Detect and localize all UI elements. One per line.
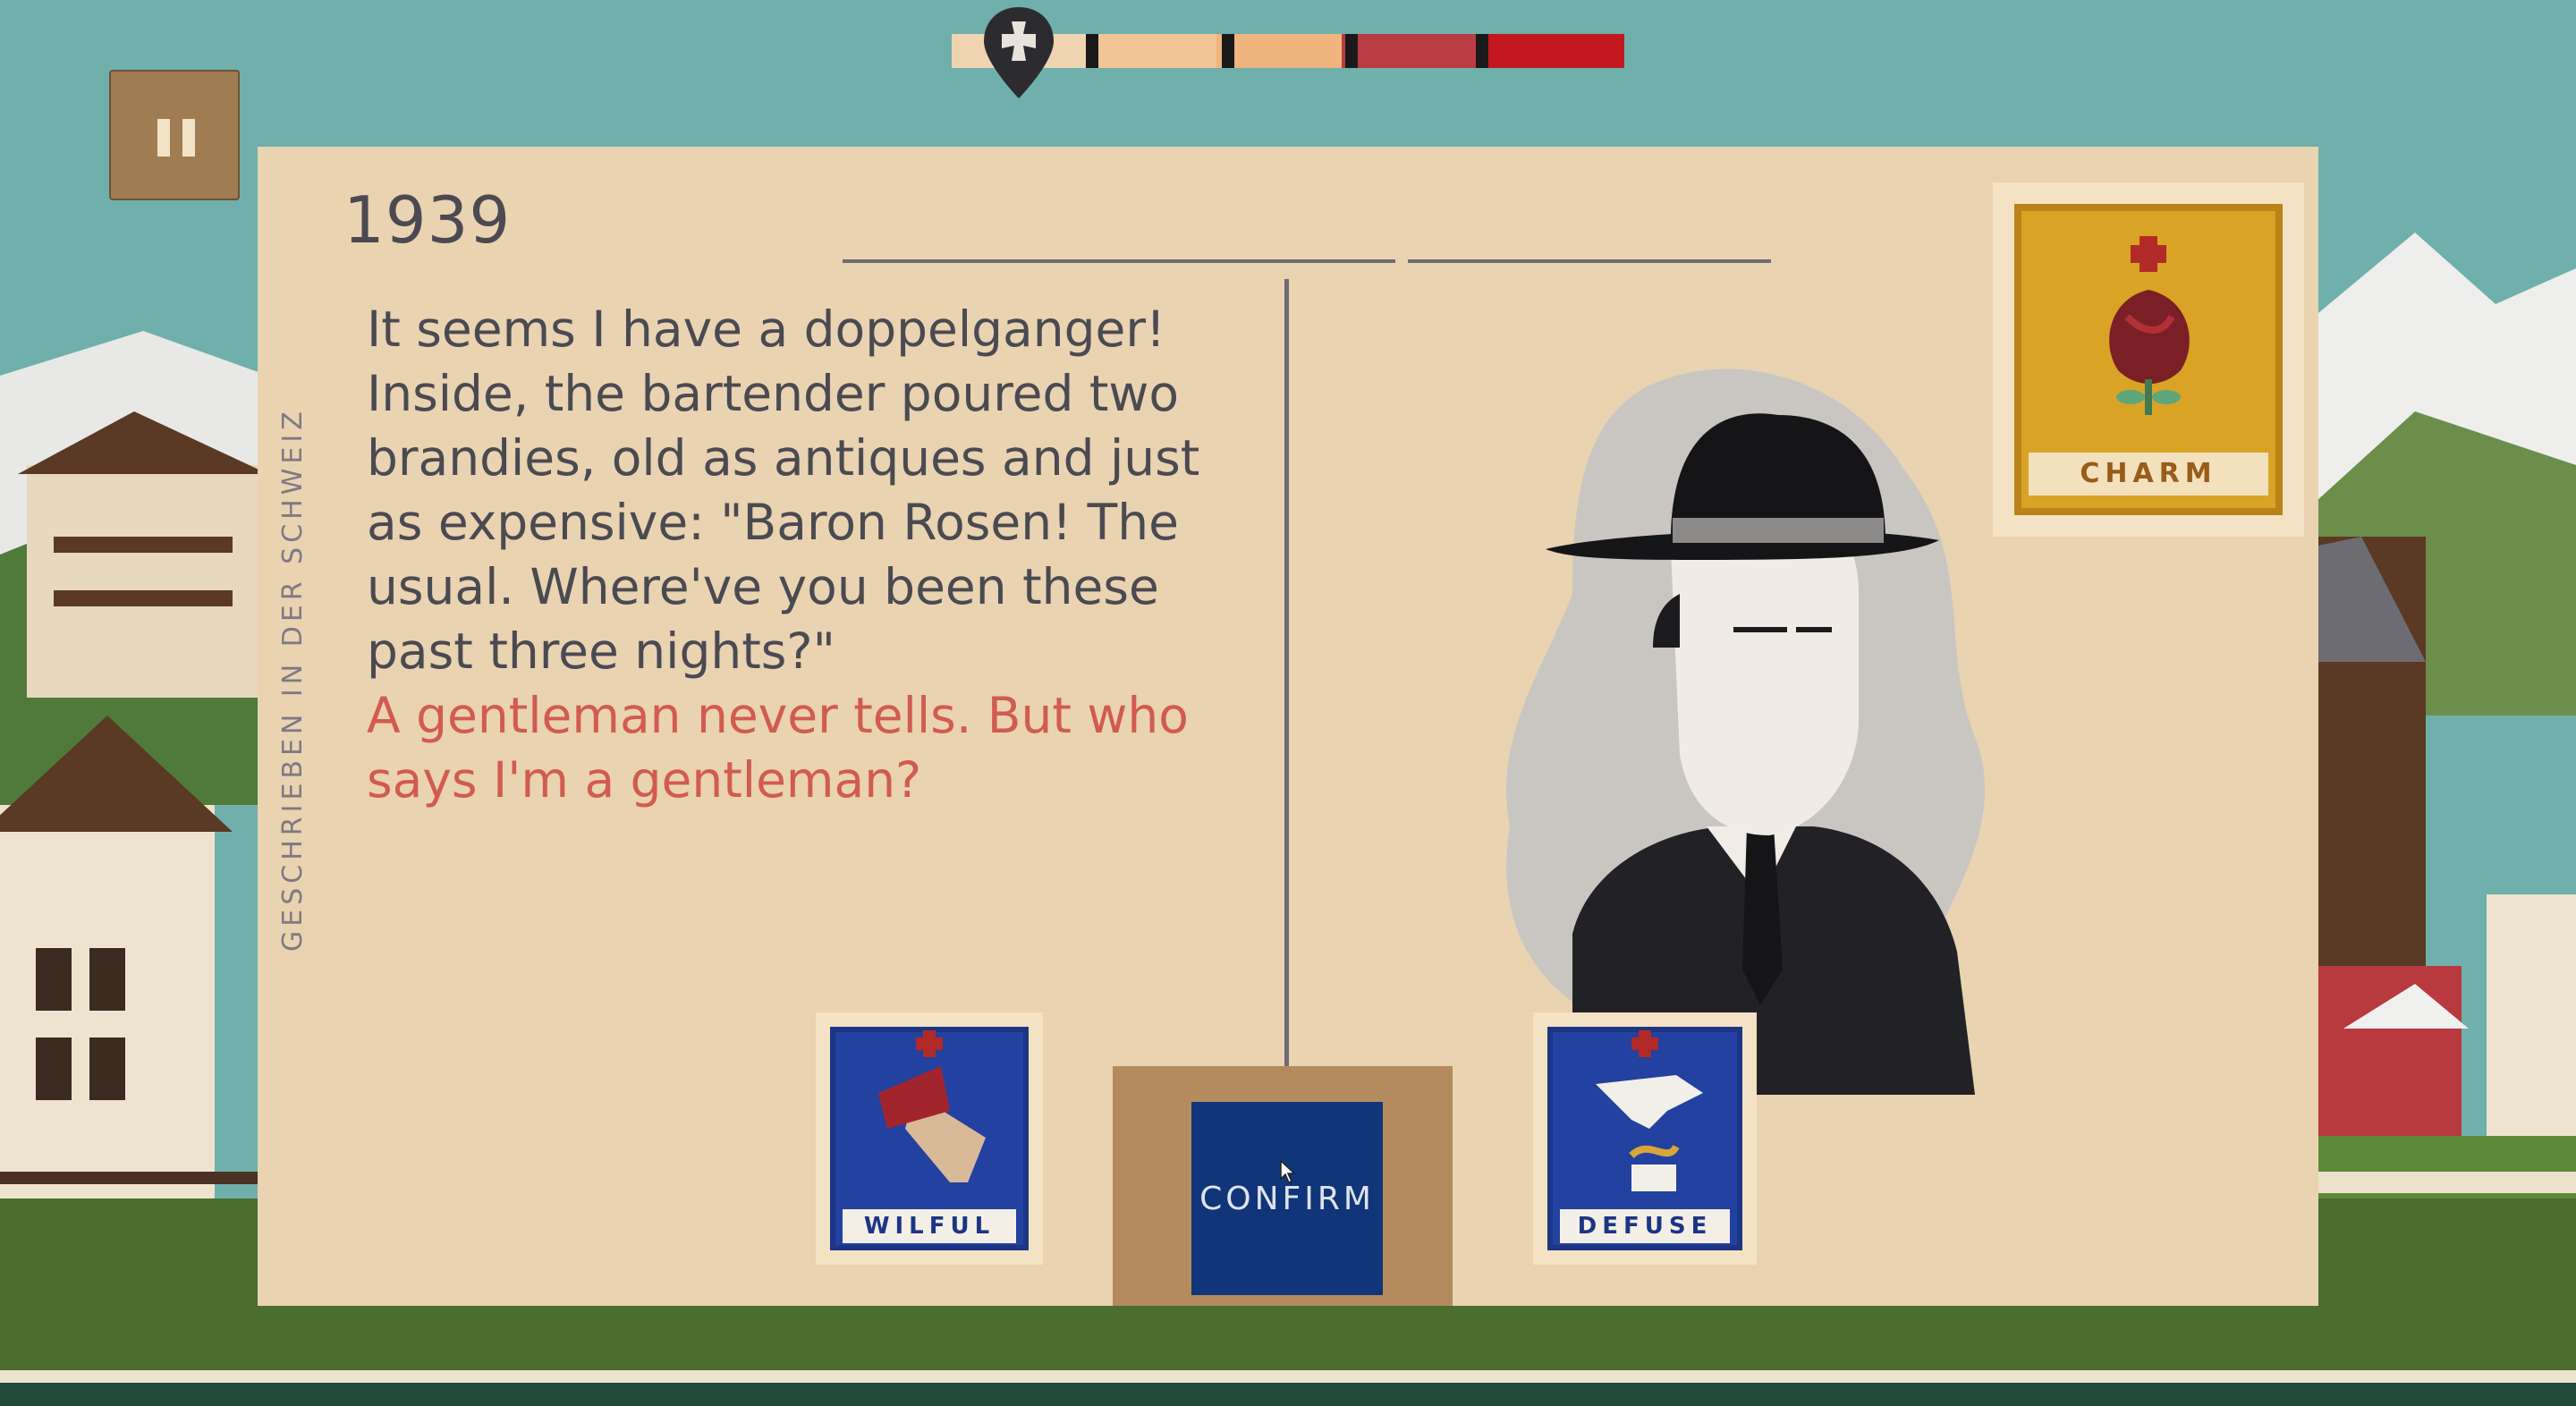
postcard: 1939 GESCHRIEBEN IN DER SCHWEIZ It seems… <box>258 147 2318 1306</box>
axe-icon <box>878 1030 986 1182</box>
side-caption: GESCHRIEBEN IN DER SCHWEIZ <box>277 407 309 952</box>
progress-segment <box>1216 34 1342 68</box>
rose-icon <box>2109 236 2190 415</box>
progress-segment <box>1476 34 1624 68</box>
address-line <box>1408 259 1771 263</box>
year-label: 1939 <box>343 182 512 258</box>
stamp-label: CHARM <box>2029 453 2268 495</box>
story-line: usual. Where've you been these <box>367 558 1159 615</box>
progress-segment <box>1086 34 1216 68</box>
progress-divider <box>1086 34 1098 68</box>
pause-button[interactable] <box>109 70 240 200</box>
game-scene: 1939 GESCHRIEBEN IN DER SCHWEIZ It seems… <box>0 0 2576 1406</box>
story-text: It seems I have a doppelganger! Inside, … <box>367 297 1225 683</box>
hand-dropping-icon <box>1596 1030 1703 1191</box>
charm-stamp[interactable]: CHARM <box>1993 182 2304 537</box>
story-line: It seems I have a doppelganger! <box>367 301 1166 358</box>
story-line: past three nights?" <box>367 623 835 680</box>
choice-line: says I'm a gentleman? <box>367 751 922 809</box>
story-line: brandies, old as antiques and just <box>367 429 1200 487</box>
story-line: as expensive: "Baron Rosen! The <box>367 494 1179 551</box>
progress-divider <box>1222 34 1234 68</box>
pause-icon <box>182 119 195 157</box>
progress-divider <box>1345 34 1358 68</box>
stamp-label: WILFUL <box>843 1209 1016 1243</box>
stamp-label: DEFUSE <box>1560 1209 1730 1243</box>
swiss-cross-map-pin-icon <box>984 7 1054 98</box>
progress-divider <box>1476 34 1488 68</box>
progress-segment <box>1342 34 1476 68</box>
story-line: Inside, the bartender poured two <box>367 365 1180 422</box>
confirm-button[interactable]: CONFIRM <box>1191 1102 1383 1295</box>
defuse-stamp[interactable]: DEFUSE <box>1533 1012 1757 1265</box>
choice-line: A gentleman never tells. But who <box>367 687 1189 744</box>
pause-icon <box>157 119 170 157</box>
wilful-stamp[interactable]: WILFUL <box>816 1012 1043 1265</box>
address-line <box>843 259 1395 263</box>
choice-text: A gentleman never tells. But who says I'… <box>367 683 1225 812</box>
cursor-icon <box>1280 1159 1296 1183</box>
postcard-divider <box>1284 279 1289 1066</box>
